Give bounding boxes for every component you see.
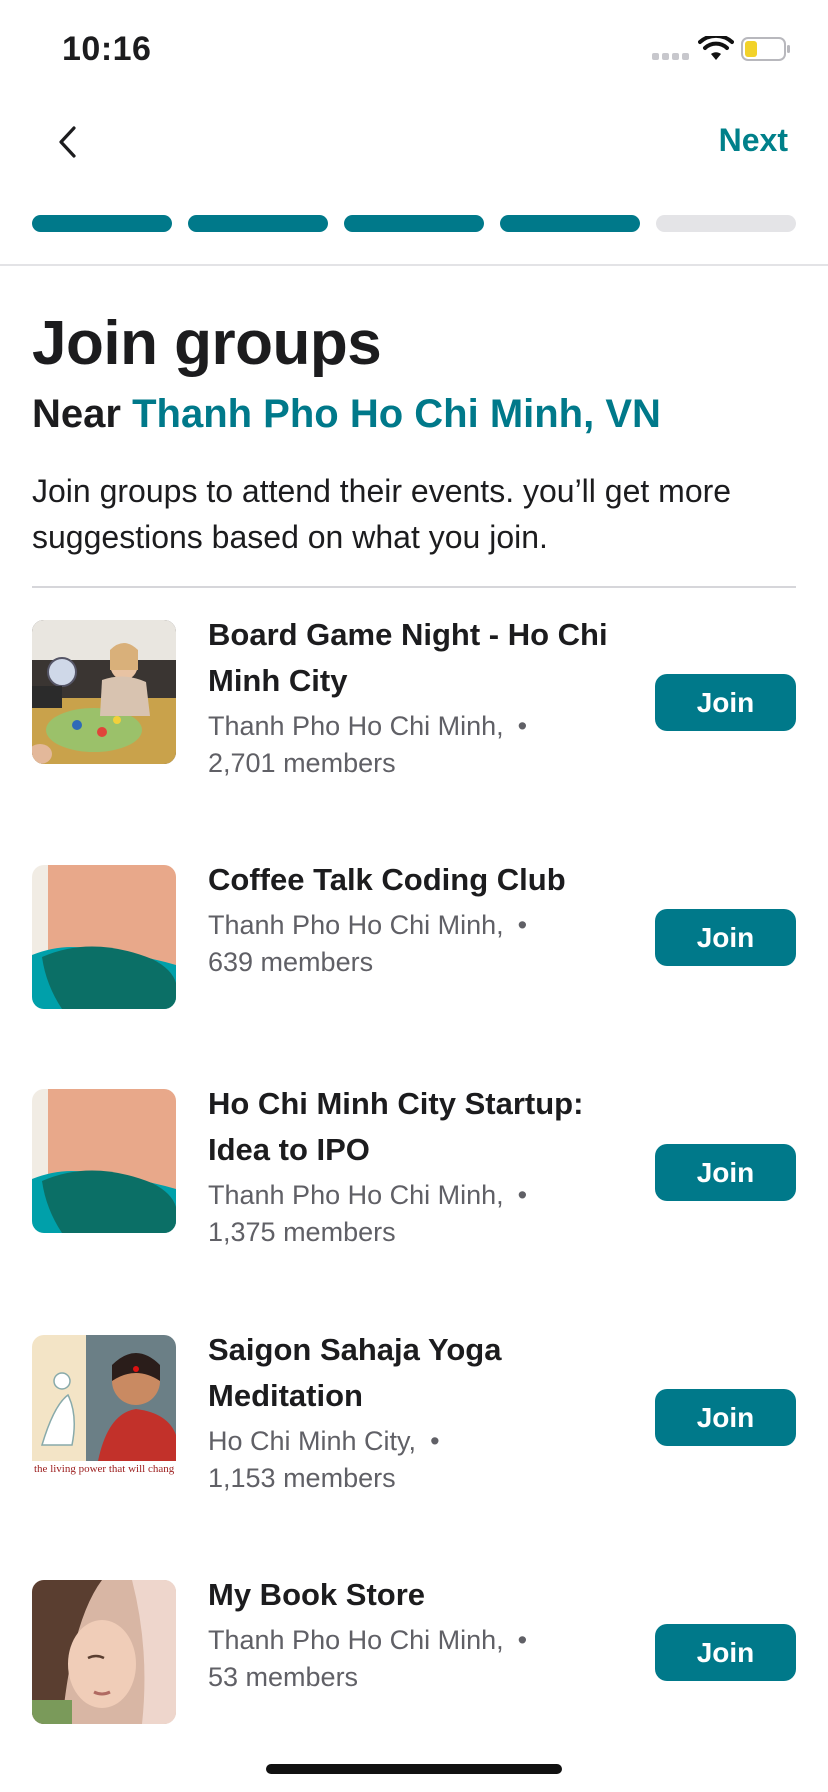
group-meta: Thanh Pho Ho Chi Minh, • 1,375 members (208, 1177, 628, 1251)
home-indicator[interactable] (266, 1764, 562, 1774)
list-divider (32, 586, 796, 588)
wifi-icon (698, 36, 734, 60)
join-button[interactable]: Join (655, 674, 796, 731)
nav-bar: Next (0, 100, 828, 200)
member-count: 1,375 members (208, 1217, 396, 1247)
group-meta: Thanh Pho Ho Chi Minh, • 639 members (208, 907, 628, 981)
progress-step (188, 215, 328, 232)
group-thumbnail (32, 1580, 176, 1724)
group-location: Ho Chi Minh City, (208, 1426, 417, 1456)
group-info: Saigon Sahaja Yoga Meditation Ho Chi Min… (208, 1327, 628, 1497)
header-divider (0, 264, 828, 266)
group-info: Coffee Talk Coding Club Thanh Pho Ho Chi… (208, 857, 628, 981)
join-button[interactable]: Join (655, 1144, 796, 1201)
group-name: Coffee Talk Coding Club (208, 862, 566, 897)
separator-dot: • (517, 711, 528, 741)
group-meta: Thanh Pho Ho Chi Minh, • 2,701 members (208, 708, 628, 782)
step-progress (32, 215, 796, 232)
group-meta: Ho Chi Minh City, • 1,153 members (208, 1423, 628, 1497)
placeholder-illustration-icon (32, 1089, 176, 1233)
portrait-photo-icon (32, 1580, 176, 1724)
yoga-photo-icon (32, 1335, 176, 1479)
progress-step (344, 215, 484, 232)
status-time: 10:16 (62, 30, 152, 68)
thumbnail-caption: the living power that will chang (34, 1463, 175, 1475)
group-name: Board Game Night - Ho Chi Minh City (208, 617, 608, 698)
group-thumbnail (32, 865, 176, 1009)
battery-icon (741, 37, 790, 61)
next-button[interactable]: Next (719, 122, 788, 159)
group-thumbnail (32, 1089, 176, 1233)
member-count: 2,701 members (208, 748, 396, 778)
group-name: Ho Chi Minh City Startup: Idea to IPO (208, 1086, 584, 1167)
back-chevron-icon[interactable] (44, 118, 92, 166)
join-button[interactable]: Join (655, 1624, 796, 1681)
member-count: 53 members (208, 1662, 359, 1692)
status-bar: 10:16 (0, 0, 828, 100)
group-info: My Book Store Thanh Pho Ho Chi Minh, • 53… (208, 1572, 628, 1696)
intro-description: Join groups to attend their events. you’… (32, 473, 732, 555)
group-name: Saigon Sahaja Yoga Meditation (208, 1332, 502, 1413)
group-name: My Book Store (208, 1577, 426, 1612)
cellular-signal-icon (652, 53, 689, 60)
progress-step (656, 215, 796, 232)
group-info: Ho Chi Minh City Startup: Idea to IPO Th… (208, 1081, 628, 1251)
separator-dot: • (517, 910, 528, 940)
page-title: Join groups (32, 309, 382, 378)
group-meta: Thanh Pho Ho Chi Minh, • 53 members (208, 1622, 628, 1696)
member-count: 1,153 members (208, 1463, 396, 1493)
join-button[interactable]: Join (655, 909, 796, 966)
group-location: Thanh Pho Ho Chi Minh, (208, 711, 504, 741)
member-count: 639 members (208, 947, 374, 977)
group-location: Thanh Pho Ho Chi Minh, (208, 910, 504, 940)
separator-dot: • (430, 1426, 440, 1456)
board-game-photo-icon (32, 620, 176, 764)
join-button[interactable]: Join (655, 1389, 796, 1446)
group-thumbnail (32, 620, 176, 764)
group-thumbnail: the living power that will chang (32, 1335, 176, 1479)
progress-step (32, 215, 172, 232)
group-location: Thanh Pho Ho Chi Minh, (208, 1625, 504, 1655)
near-location-line: Near Thanh Pho Ho Chi Minh, VN (32, 392, 661, 437)
separator-dot: • (517, 1180, 528, 1210)
progress-step (500, 215, 640, 232)
group-location: Thanh Pho Ho Chi Minh, (208, 1180, 504, 1210)
group-info: Board Game Night - Ho Chi Minh City Than… (208, 612, 628, 782)
near-prefix: Near (32, 392, 121, 436)
placeholder-illustration-icon (32, 865, 176, 1009)
separator-dot: • (517, 1625, 528, 1655)
location-link[interactable]: Thanh Pho Ho Chi Minh, VN (132, 392, 661, 436)
